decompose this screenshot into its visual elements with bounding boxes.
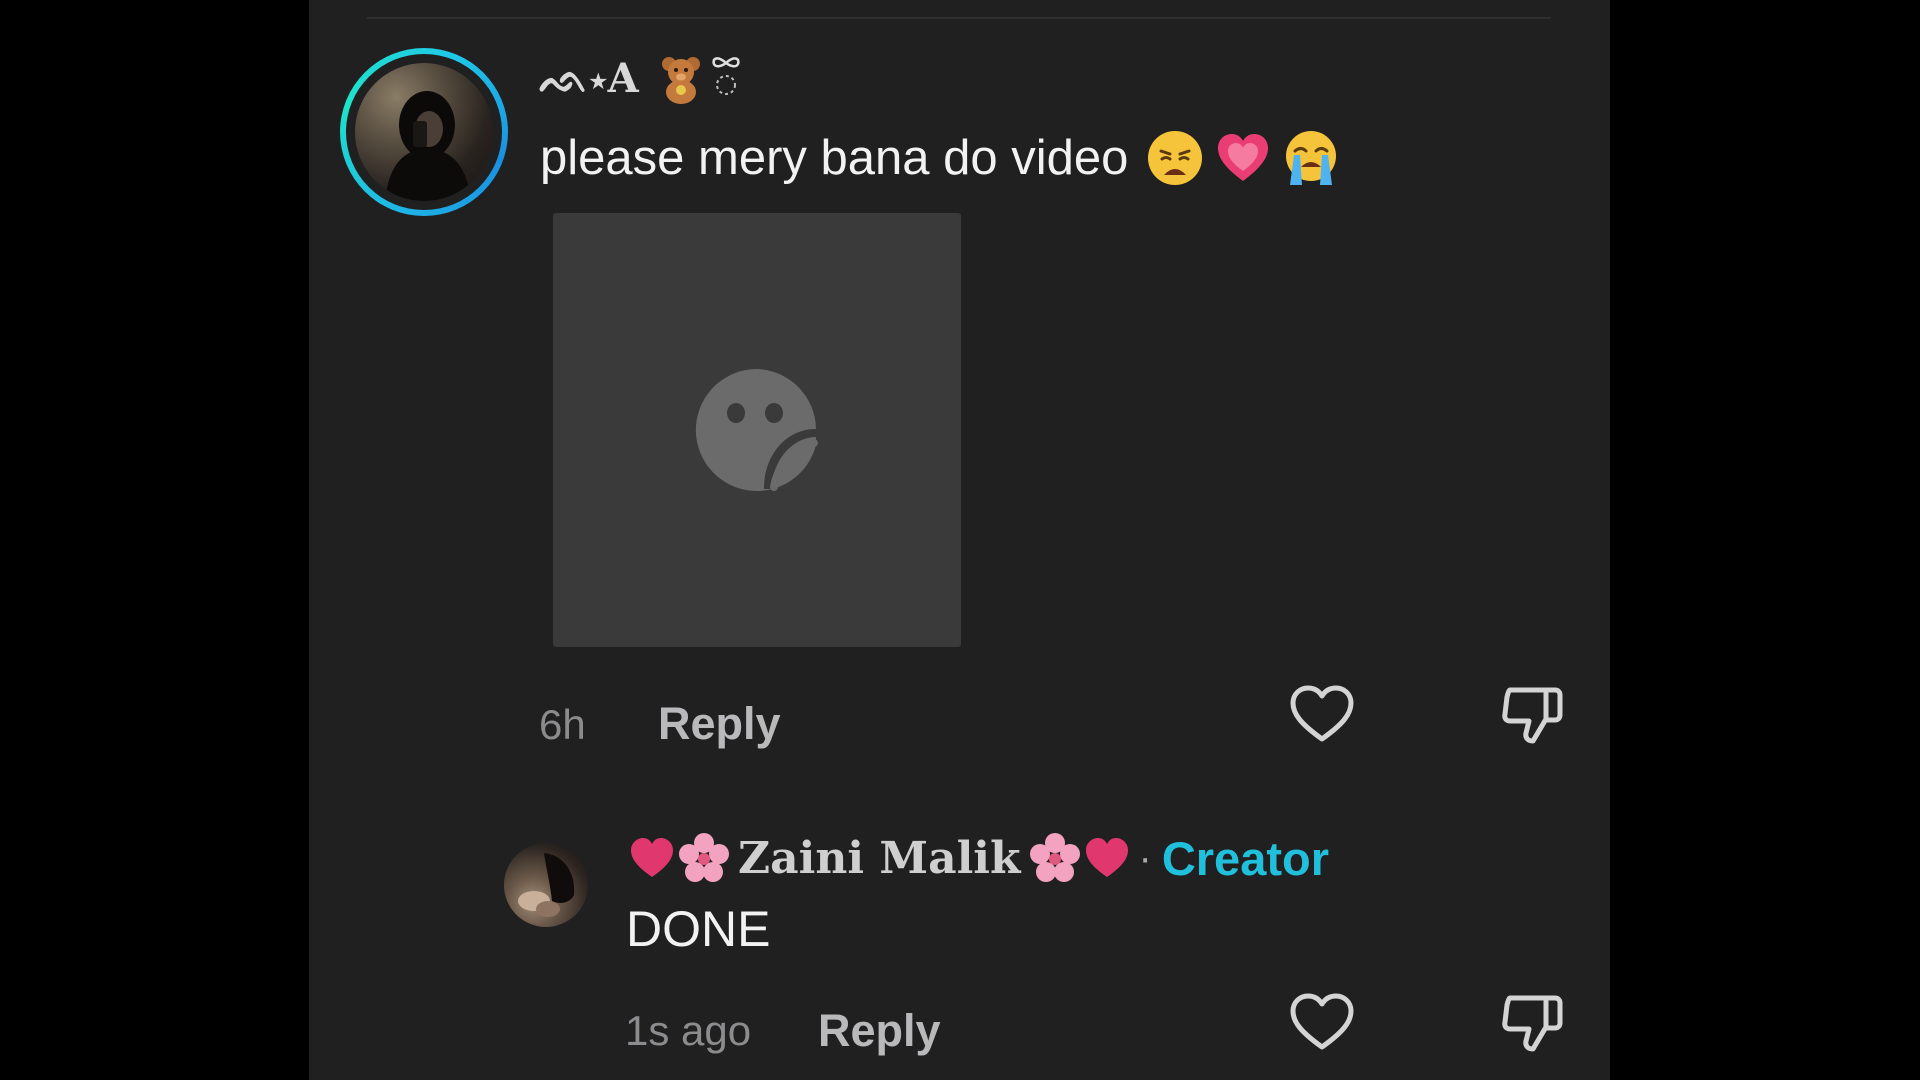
- divider: [367, 17, 1551, 19]
- comment-timestamp: 6h: [539, 701, 586, 748]
- reply-text: DONE: [626, 901, 771, 957]
- avatar[interactable]: [504, 843, 588, 927]
- like-heart-icon[interactable]: [1287, 987, 1357, 1057]
- avatar-story-ring[interactable]: [340, 48, 508, 216]
- teddy-bear-icon: [661, 57, 700, 104]
- username-text: ᨒ⋆A: [539, 54, 639, 102]
- reply-timestamp: 1s ago: [625, 1007, 752, 1054]
- bow-icon: [712, 57, 740, 95]
- username-text: Zaini Malik: [738, 832, 1021, 884]
- heart-icon: [1085, 838, 1128, 877]
- reply-button[interactable]: Reply: [818, 1005, 941, 1056]
- cherry-blossom-icon: [1029, 833, 1080, 882]
- unavailable-sticker-icon: [695, 368, 818, 491]
- dislike-icon[interactable]: [1497, 679, 1567, 749]
- comment-text: please mery bana do video: [540, 124, 1340, 192]
- comments-panel: ᨒ⋆A please mery bana do video 6h Reply Z…: [309, 0, 1610, 1080]
- growing-heart-icon: [1218, 134, 1269, 181]
- avatar-photo: [518, 853, 575, 917]
- weary-face-icon: [1148, 131, 1203, 185]
- cherry-blossom-icon: [679, 833, 729, 882]
- like-heart-icon[interactable]: [1287, 679, 1357, 749]
- crying-face-icon: [1286, 131, 1337, 185]
- avatar: [355, 63, 493, 201]
- creator-badge: Creator: [1161, 831, 1329, 885]
- avatar-photo: [385, 91, 471, 201]
- heart-icon: [631, 838, 673, 877]
- separator-dot: ·: [1138, 835, 1152, 880]
- dislike-icon[interactable]: [1497, 987, 1567, 1057]
- comment-sticker[interactable]: [553, 213, 961, 647]
- reply-button[interactable]: Reply: [658, 698, 781, 749]
- comment-author[interactable]: ᨒ⋆A: [539, 48, 743, 108]
- reply-author[interactable]: Zaini Malik · Creator: [628, 830, 1329, 886]
